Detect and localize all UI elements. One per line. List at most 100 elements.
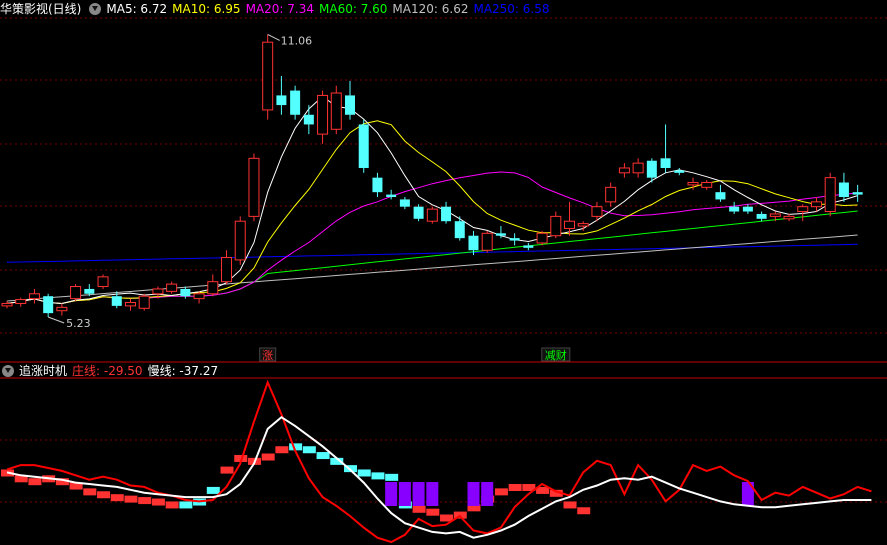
candle-body (15, 299, 27, 304)
indicator-title: 追涨时机 (19, 364, 68, 378)
indicator-bar (508, 484, 522, 492)
low-arrow (47, 316, 65, 324)
candle-body (207, 281, 219, 295)
indicator-bar (371, 472, 385, 480)
indicator-bar (563, 501, 577, 509)
indicator-bar (412, 505, 426, 513)
indicator-bar (179, 501, 193, 509)
candle-body (838, 182, 849, 198)
signal-bar (467, 482, 480, 506)
marker-label: 减财 (545, 348, 567, 362)
candle-body (111, 296, 122, 306)
high-price-label: 11.06 (281, 34, 313, 47)
indicator-bar (494, 488, 508, 496)
candle-body (729, 206, 740, 212)
candle-body (386, 194, 397, 198)
candle-body (290, 90, 301, 115)
indicator-bar (138, 497, 152, 505)
indicator-bar (302, 446, 316, 454)
signal-bar (481, 482, 494, 506)
candle-body (536, 232, 548, 244)
candle-body (687, 182, 699, 186)
indicator-bar (206, 486, 220, 494)
candle-body (138, 295, 150, 309)
indicator-header: 追涨时机 庄线: -29.50 慢线: -37.27 (0, 362, 223, 380)
candle-body (70, 286, 82, 300)
candle-body (56, 306, 68, 312)
low-price-label: 5.23 (66, 317, 91, 330)
indicator-bar (110, 494, 124, 502)
candle-body (399, 199, 410, 207)
candle-body (824, 177, 836, 213)
candle-body (372, 177, 383, 193)
ma60-line (6, 210, 858, 305)
candle-body (97, 276, 109, 288)
candle-body (441, 206, 452, 222)
candle-body (180, 288, 191, 297)
indicator-bar (97, 491, 111, 499)
candle-body (317, 94, 329, 135)
candle-body (646, 160, 657, 178)
indicator-bar (316, 452, 330, 460)
ma250-label: MA250: 6.58 (473, 2, 550, 16)
signal-bar (398, 482, 411, 506)
candle-body (618, 167, 630, 174)
candle-body (632, 162, 644, 174)
candle-body (124, 301, 136, 307)
indicator-bar (83, 488, 97, 496)
ma5-line (6, 95, 858, 305)
fast-line-label: 庄线: -29.50 (72, 364, 143, 378)
ma20-line (6, 171, 858, 305)
ma20-label: MA20: 7.34 (245, 2, 314, 16)
candle-body (605, 186, 617, 203)
candle-body (810, 201, 822, 208)
candle-body (495, 233, 506, 236)
indicator-bar (385, 473, 399, 481)
candle-body (426, 208, 438, 222)
candle-body (564, 220, 576, 229)
indicator-bar (165, 501, 179, 509)
marker-label: 涨 (262, 349, 273, 362)
candle-body (221, 256, 233, 283)
ma250-line (6, 243, 858, 263)
candle-body (674, 170, 685, 173)
candle-body (248, 157, 260, 217)
candle-body (330, 92, 342, 130)
ma5-label: MA5: 6.72 (106, 2, 168, 16)
candle-body (481, 232, 493, 251)
signal-bar (412, 482, 425, 506)
stock-title: 华策影视(日线) (0, 2, 82, 16)
candle-body (43, 296, 54, 314)
candle-body (756, 213, 767, 219)
candle-body (509, 238, 520, 241)
candle-body (454, 221, 465, 239)
candle-body (660, 158, 671, 168)
candle-body (413, 206, 424, 219)
candle-body (276, 95, 287, 106)
main-chart-header: 华策影视(日线) MA5: 6.72 MA10: 6.95 MA20: 7.34 MA6… (0, 0, 555, 18)
candle-body (1, 302, 13, 307)
candle-body (783, 215, 795, 220)
signal-bar (426, 482, 439, 506)
dropdown-icon[interactable] (89, 3, 102, 15)
ma60-label: MA60: 7.60 (319, 2, 388, 16)
candle-body (523, 245, 534, 248)
indicator-bar (220, 466, 234, 474)
candle-body (345, 95, 355, 115)
indicator-bar (577, 507, 591, 515)
ma10-label: MA10: 6.95 (172, 2, 241, 16)
fast-line (6, 379, 872, 544)
indicator-bar (426, 508, 440, 516)
candle-body (852, 192, 863, 195)
indicator-bar (28, 478, 42, 486)
slow-line-label: 慢线: -37.27 (147, 364, 219, 378)
candle-body (701, 182, 713, 188)
dropdown-icon[interactable] (2, 365, 14, 377)
candle-body (577, 223, 589, 227)
candle-body (742, 206, 753, 212)
stock-chart: 11.06 5.23 涨 减财 (0, 17, 887, 544)
candle-body (84, 288, 95, 294)
candle-body (550, 215, 562, 237)
ma120-label: MA120: 6.62 (392, 2, 469, 16)
indicator-bar (275, 446, 289, 454)
